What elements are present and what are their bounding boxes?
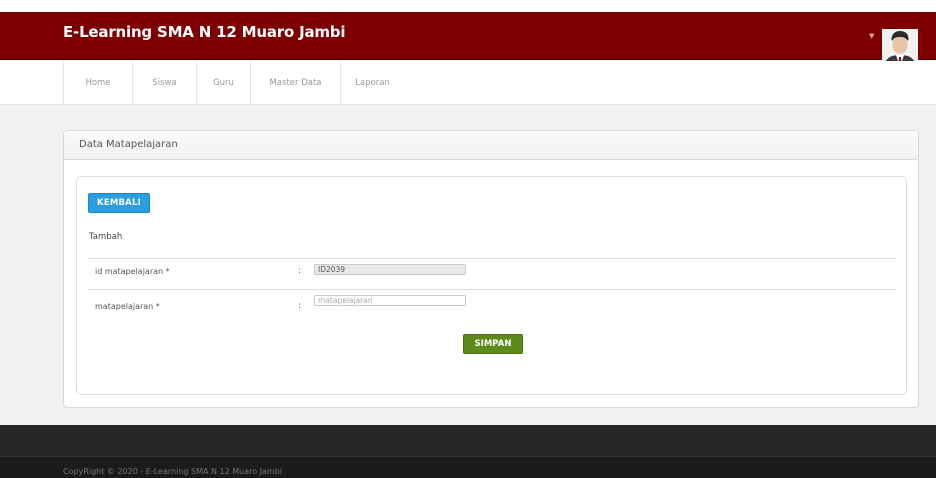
nav-item-home[interactable]: Home — [63, 61, 132, 104]
field-colon: : — [298, 266, 302, 276]
nav-item-siswa[interactable]: Siswa — [132, 61, 196, 104]
nav-item-master-data[interactable]: Master Data — [250, 61, 340, 104]
back-button[interactable]: KEMBALI — [88, 193, 150, 213]
data-panel: Data Matapelajaran KEMBALI Tambah id mat… — [63, 130, 919, 408]
footer-top-bar — [0, 425, 936, 456]
field-colon: : — [298, 301, 302, 311]
nav-item-guru[interactable]: Guru — [196, 61, 250, 104]
row-divider — [88, 258, 896, 259]
header-bar: E-Learning SMA N 12 Muaro Jambi ▼ — [0, 12, 936, 67]
nav-item-laporan[interactable]: Laporan — [340, 61, 404, 104]
brand-title[interactable]: E-Learning SMA N 12 Muaro Jambi — [63, 23, 345, 41]
panel-title: Data Matapelajaran — [79, 139, 178, 150]
matapelajaran-label: matapelajaran * — [95, 302, 160, 311]
form-container: KEMBALI Tambah id matapelajaran * : mata… — [76, 176, 907, 395]
panel-header: Data Matapelajaran — [64, 131, 918, 160]
form-section-title: Tambah — [89, 232, 123, 242]
matapelajaran-input[interactable] — [314, 295, 466, 306]
footer-bar: CopyRight © 2020 - E-Learning SMA N 12 M… — [0, 456, 936, 478]
chevron-down-icon[interactable]: ▼ — [869, 32, 874, 40]
id-matapelajaran-label: id matapelajaran * — [95, 267, 170, 276]
copyright-text: CopyRight © 2020 - E-Learning SMA N 12 M… — [63, 467, 283, 476]
save-button[interactable]: SIMPAN — [463, 334, 523, 354]
main-nav: Home Siswa Guru Master Data Laporan — [0, 61, 936, 105]
id-matapelajaran-input[interactable] — [314, 264, 466, 275]
row-divider — [88, 289, 896, 290]
